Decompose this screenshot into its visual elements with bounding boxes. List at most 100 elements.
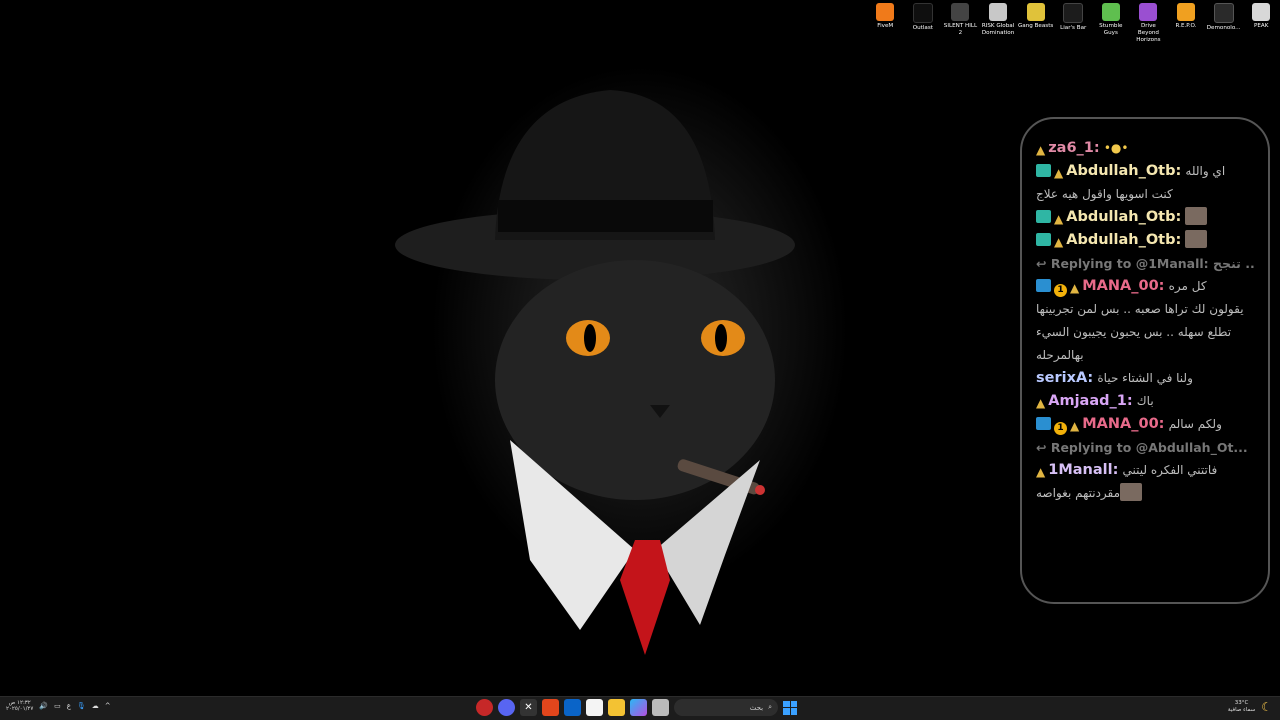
fivem-icon xyxy=(876,3,895,21)
chat-text: اي والله xyxy=(1185,164,1226,178)
subscriber-badge-icon xyxy=(1036,233,1051,246)
clock[interactable]: ١٢:٣٢ ص ٢٠٢٥/٠١/٢٧ xyxy=(6,700,33,712)
desktop-icon-outlast[interactable]: Outlast xyxy=(904,2,942,44)
chat-message: ▲ Abdullah_Otb: xyxy=(1036,206,1256,229)
emote-icon xyxy=(1185,207,1208,225)
taskbar-apps: ✕ بحث ⌕ xyxy=(476,699,797,716)
desktop-icon-peak[interactable]: PEAK xyxy=(1242,2,1280,44)
chat-text: ولنا في الشتاء حياة xyxy=(1097,371,1193,385)
chat-text: فاتتني الفكره ليتني xyxy=(1122,463,1218,477)
desktop-icon-stumble-guys[interactable]: Stumble Guys xyxy=(1092,2,1130,44)
moon-icon: ☾ xyxy=(1261,700,1272,714)
gift-badge-icon: ▲ xyxy=(1070,419,1080,433)
gift-badge-icon: ▲ xyxy=(1054,166,1064,180)
network-icon[interactable]: ▭ xyxy=(54,702,61,710)
chat-username: 1Manall: xyxy=(1048,462,1119,478)
chat-text: •●• xyxy=(1103,141,1129,155)
desktop-icon-fivem[interactable]: FiveM xyxy=(866,2,904,44)
chat-username: Abdullah_Otb: xyxy=(1066,163,1182,179)
gift-badge-icon: ▲ xyxy=(1036,465,1046,479)
chat-message: 1 ▲ MANA_00: كل مره يقولون لك تراها صعبه .… xyxy=(1036,275,1256,367)
weather-widget[interactable]: 33°C سماء صافية ☾ xyxy=(1228,700,1272,714)
weather-temp: 33°C xyxy=(1234,700,1249,706)
chat-username: MANA_00: xyxy=(1082,416,1165,432)
chat-username: Abdullah_Otb: xyxy=(1066,232,1182,248)
chat-username: Abdullah_Otb: xyxy=(1066,209,1182,225)
gift-badge-icon: ▲ xyxy=(1036,143,1046,157)
desktop-icon-demonologist[interactable]: Demonolo... xyxy=(1205,2,1243,44)
chat-message: ▲ Abdullah_Otb: اي والله كنت اسويها واقول… xyxy=(1036,160,1256,206)
one-badge-icon: 1 xyxy=(1054,284,1067,297)
outlast-icon xyxy=(912,3,933,23)
desktop-icon-repo[interactable]: R.E.P.O. xyxy=(1167,2,1205,44)
search-placeholder: بحث xyxy=(749,703,764,712)
chat-message: ▲ Abdullah_Otb: xyxy=(1036,229,1256,252)
chat-text: مقردنتهم بغواصه xyxy=(1036,486,1121,500)
repo-icon xyxy=(1177,3,1196,21)
onedrive-icon[interactable]: ☁ xyxy=(92,702,99,710)
chat-text: يقولون لك تراها صعبه .. بس لمن تجربينها … xyxy=(1036,302,1244,362)
desktop-icon-risk[interactable]: RISK Global Domination xyxy=(979,2,1017,44)
gift-badge-icon: ▲ xyxy=(1054,212,1064,226)
desktop-icon-silent-hill[interactable]: SILENT HILL 2 xyxy=(942,2,980,44)
chat-message: serixA: ولنا في الشتاء حياة xyxy=(1036,367,1256,390)
chat-username: za6_1: xyxy=(1048,140,1100,156)
clock-date: ٢٠٢٥/٠١/٢٧ xyxy=(6,706,34,712)
liars-bar-icon xyxy=(1063,3,1084,23)
chat-text: باك xyxy=(1136,394,1154,408)
gift-badge-icon: ▲ xyxy=(1054,235,1064,249)
language-indicator[interactable]: ع xyxy=(67,702,71,710)
chat-message: ▲ 1Manall: فاتتني الفكره ليتني مقردنتهم ب… xyxy=(1036,459,1256,505)
brave-icon[interactable] xyxy=(542,699,559,716)
emote-icon xyxy=(1185,230,1208,248)
gang-beasts-icon xyxy=(1026,3,1045,21)
drive-beyond-icon xyxy=(1139,3,1158,21)
desktop-icon-liars-bar[interactable]: Liar's Bar xyxy=(1054,2,1092,44)
file-explorer-icon[interactable] xyxy=(608,699,625,716)
cat-wallpaper-image xyxy=(395,90,795,655)
risk-icon xyxy=(989,3,1008,21)
chevron-up-icon[interactable]: ^ xyxy=(105,702,111,710)
chat-message: ▲ za6_1: •●• xyxy=(1036,137,1256,160)
stumble-guys-icon xyxy=(1101,3,1120,21)
chat-overlay: ▲ za6_1: •●• ▲ Abdullah_Otb: اي والله كنت … xyxy=(1020,117,1270,604)
microphone-icon[interactable]: 🎙 xyxy=(77,702,86,710)
gift-badge-icon: ▲ xyxy=(1070,281,1080,295)
search-box[interactable]: بحث ⌕ xyxy=(674,699,778,716)
copilot-icon[interactable] xyxy=(630,699,647,716)
demonologist-icon xyxy=(1213,3,1234,23)
discord-icon[interactable] xyxy=(498,699,515,716)
taskbar: ١٢:٣٢ ص ٢٠٢٥/٠١/٢٧ 🔊 ▭ ع 🎙 ☁ ^ ✕ بحث ⌕ 3… xyxy=(0,696,1280,720)
app-icon-red[interactable] xyxy=(476,699,493,716)
chat-reply-indicator: ↩ Replying to @Abdullah_Ot... xyxy=(1036,440,1248,455)
subscriber-badge-icon xyxy=(1036,164,1051,177)
calendar-icon[interactable] xyxy=(586,699,603,716)
start-button[interactable] xyxy=(783,700,797,715)
chat-username: MANA_00: xyxy=(1082,278,1165,294)
search-icon: ⌕ xyxy=(768,703,772,711)
chat-text: كل مره xyxy=(1168,279,1207,293)
chat-message: 1 ▲ MANA_00: ولكم سالم xyxy=(1036,413,1256,436)
chat-username: serixA: xyxy=(1036,370,1094,386)
desktop-icon-drive-beyond[interactable]: Drive Beyond Horizons xyxy=(1130,2,1168,44)
speaker-icon[interactable]: 🔊 xyxy=(39,702,48,710)
chat-username: Amjaad_1: xyxy=(1048,393,1133,409)
weather-desc: سماء صافية xyxy=(1227,707,1256,713)
chat-text: كنت اسويها واقول هيه علاج xyxy=(1036,187,1173,201)
xbox-icon[interactable]: ✕ xyxy=(520,699,537,716)
emote-icon xyxy=(1120,483,1143,501)
moderator-badge-icon xyxy=(1036,417,1051,430)
system-tray: ١٢:٣٢ ص ٢٠٢٥/٠١/٢٧ 🔊 ▭ ع 🎙 ☁ ^ xyxy=(6,700,111,712)
subscriber-badge-icon xyxy=(1036,210,1051,223)
desktop-icon-gang-beasts[interactable]: Gang Beasts xyxy=(1017,2,1055,44)
chat-message: ▲ Amjaad_1: باك xyxy=(1036,390,1256,413)
gift-badge-icon: ▲ xyxy=(1036,396,1046,410)
mail-icon[interactable] xyxy=(564,699,581,716)
silent-hill-icon xyxy=(951,3,970,21)
desktop-icons: FiveM Outlast SILENT HILL 2 RISK Global … xyxy=(866,2,1280,44)
peak-icon xyxy=(1252,3,1271,21)
one-badge-icon: 1 xyxy=(1054,422,1067,435)
weather-info: 33°C سماء صافية xyxy=(1228,700,1255,714)
chat-reply-indicator: ↩ Replying to @1Manall: تنجح ... xyxy=(1036,256,1256,271)
task-view-icon[interactable] xyxy=(652,699,669,716)
